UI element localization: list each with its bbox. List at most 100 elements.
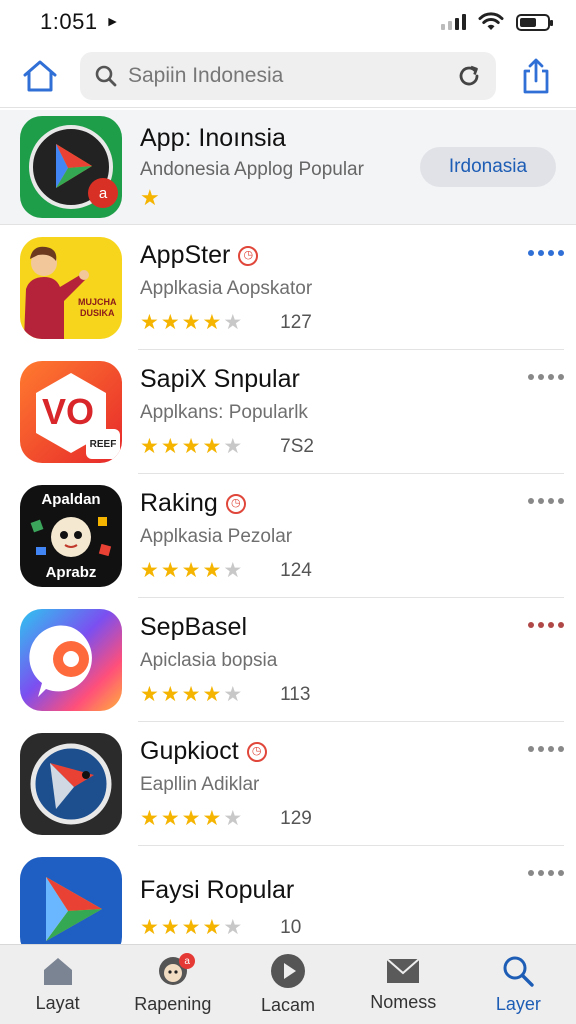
rating: ★★★★★ 127 [140, 310, 556, 335]
search-icon [95, 65, 117, 86]
app-name-row: SepBasel [140, 613, 556, 642]
star-rating: ★★★★★ [140, 683, 245, 706]
featured-app[interactable]: a App: Inoınsia Andonesia Applog Popular… [0, 110, 576, 225]
review-count: 127 [280, 311, 312, 333]
app-name: Raking [140, 489, 218, 517]
featured-info: App: Inoınsia Andonesia Applog Popular ★ [140, 124, 420, 211]
tab-layat[interactable]: Layat [0, 945, 115, 1024]
more-options-button[interactable] [528, 622, 564, 628]
app-icon: Apaldan Aprabz [20, 485, 122, 587]
featured-title: App: Inoınsia [140, 123, 286, 152]
notification-badge: a [88, 178, 118, 208]
app-info: SapiX Snpular Applkans: Popularlk ★★★★★ … [140, 365, 556, 459]
rating: ★★★★★ 124 [140, 558, 556, 583]
app-list: MUJCHA DUSIKA AppSter ◷ Applkasia Aopskato… [0, 226, 576, 970]
more-options-button[interactable] [528, 746, 564, 752]
review-count: 113 [280, 683, 311, 705]
app-info: Gupkioct ◷ Eapllin Adiklar ★★★★★ 129 [140, 737, 556, 831]
app-info: SepBasel Apiclasia bopsia ★★★★★ 113 [140, 613, 556, 707]
more-options-button[interactable] [528, 498, 564, 504]
star-rating: ★★★★★ [140, 807, 245, 830]
icon-sticker: REEF [86, 429, 120, 459]
tab-rapening[interactable]: a Rapening [115, 945, 230, 1024]
tab-label: Lacam [260, 995, 316, 1015]
home-button[interactable] [18, 54, 62, 98]
list-item[interactable]: Apaldan Aprabz Raking ◷ Applkasia Pezolar… [0, 474, 576, 598]
review-count: 7S2 [280, 435, 314, 457]
play-icon [271, 954, 305, 988]
list-item[interactable]: MUJCHA DUSIKA AppSter ◷ Applkasia Aopskato… [0, 226, 576, 350]
app-name-row: Gupkioct ◷ [140, 737, 556, 766]
more-options-button[interactable] [528, 374, 564, 380]
search-input[interactable] [128, 63, 446, 88]
tab-bar: Layat a Rapening Lacam Nomess Layer [0, 944, 576, 1024]
alarm-badge-icon: ◷ [238, 245, 259, 266]
more-options-button[interactable] [528, 250, 564, 256]
app-name-row: SapiX Snpular [140, 365, 556, 394]
rating: ★★★★★ 129 [140, 806, 556, 831]
nav-bar [0, 44, 576, 108]
icon-text: MUJCHA DUSIKA [78, 297, 117, 318]
chat-camera-icon [29, 625, 92, 697]
app-name-row: AppSter ◷ [140, 241, 556, 270]
alarm-badge-icon: ◷ [246, 741, 267, 762]
tab-lacam[interactable]: Lacam [230, 945, 345, 1024]
list-item[interactable]: VO REEF SapiX Snpular Applkans: Popularl… [0, 350, 576, 474]
app-subtitle: Eapllin Adiklar [140, 774, 260, 795]
search-bar[interactable] [80, 51, 496, 100]
review-count: 10 [280, 916, 302, 938]
app-name: SapiX Snpular [140, 365, 300, 393]
rating: ★★★★★ 10 [140, 915, 556, 940]
featured-get-button[interactable]: Irdonasia [420, 147, 556, 187]
star-rating: ★★★★★ [140, 559, 245, 582]
app-subtitle: Applkans: Popularlk [140, 402, 308, 423]
star-rating: ★★★★★ [140, 311, 245, 334]
star-rating: ★★★★★ [140, 435, 245, 458]
star-rating: ★★★★★ [140, 916, 245, 939]
app-name: Faysi Ropular [140, 876, 295, 904]
tab-nomess[interactable]: Nomess [346, 945, 461, 1024]
battery-icon [516, 13, 553, 31]
featured-app-icon: a [20, 116, 122, 218]
star-icon: ★ [140, 184, 160, 210]
app-subtitle: Apiclasia bopsia [140, 650, 278, 671]
status-time: 1:051 ► [40, 9, 120, 35]
signal-icon [441, 14, 466, 30]
app-icon: VO REEF [20, 361, 122, 463]
clock: 1:051 [40, 9, 98, 34]
app-subtitle: Applkasia Aopskator [140, 278, 313, 299]
tab-label: Rapening [134, 994, 212, 1014]
app-name-row: Raking ◷ [140, 489, 556, 518]
app-subtitle: Applkasia Pezolar [140, 526, 293, 547]
tab-label: Layer [495, 994, 541, 1014]
wifi-icon [478, 12, 504, 30]
notification-badge: a [179, 953, 196, 969]
icon-text: VO [42, 391, 95, 432]
character-illustration [24, 246, 89, 339]
list-item[interactable]: SepBasel Apiclasia bopsia ★★★★★ 113 [0, 598, 576, 722]
app-name: AppSter [140, 241, 231, 269]
alarm-badge-icon: ◷ [225, 493, 246, 514]
app-icon [20, 609, 122, 711]
tab-label: Layat [35, 993, 80, 1013]
list-item[interactable]: Gupkioct ◷ Eapllin Adiklar ★★★★★ 129 [0, 722, 576, 846]
compass-icon [30, 743, 112, 825]
tab-label: Nomess [370, 992, 437, 1012]
home-icon [43, 958, 72, 985]
app-name: Gupkioct [140, 737, 239, 765]
featured-subtitle: Andonesia Applog Popular [140, 158, 364, 180]
search-icon [503, 956, 535, 987]
share-icon [523, 58, 549, 93]
status-bar: 1:051 ► [0, 0, 576, 44]
app-info: Faysi Ropular ★★★★★ 10 [140, 876, 556, 940]
review-count: 124 [280, 559, 312, 581]
review-count: 129 [280, 807, 312, 829]
tab-layer[interactable]: Layer [461, 945, 576, 1024]
share-button[interactable] [514, 54, 558, 98]
app-icon: MUJCHA DUSIKA [20, 237, 122, 339]
mail-icon [386, 958, 420, 983]
refresh-icon[interactable] [456, 63, 482, 89]
home-icon [23, 60, 57, 91]
more-options-button[interactable] [528, 870, 564, 876]
location-arrow-icon: ► [105, 13, 120, 29]
